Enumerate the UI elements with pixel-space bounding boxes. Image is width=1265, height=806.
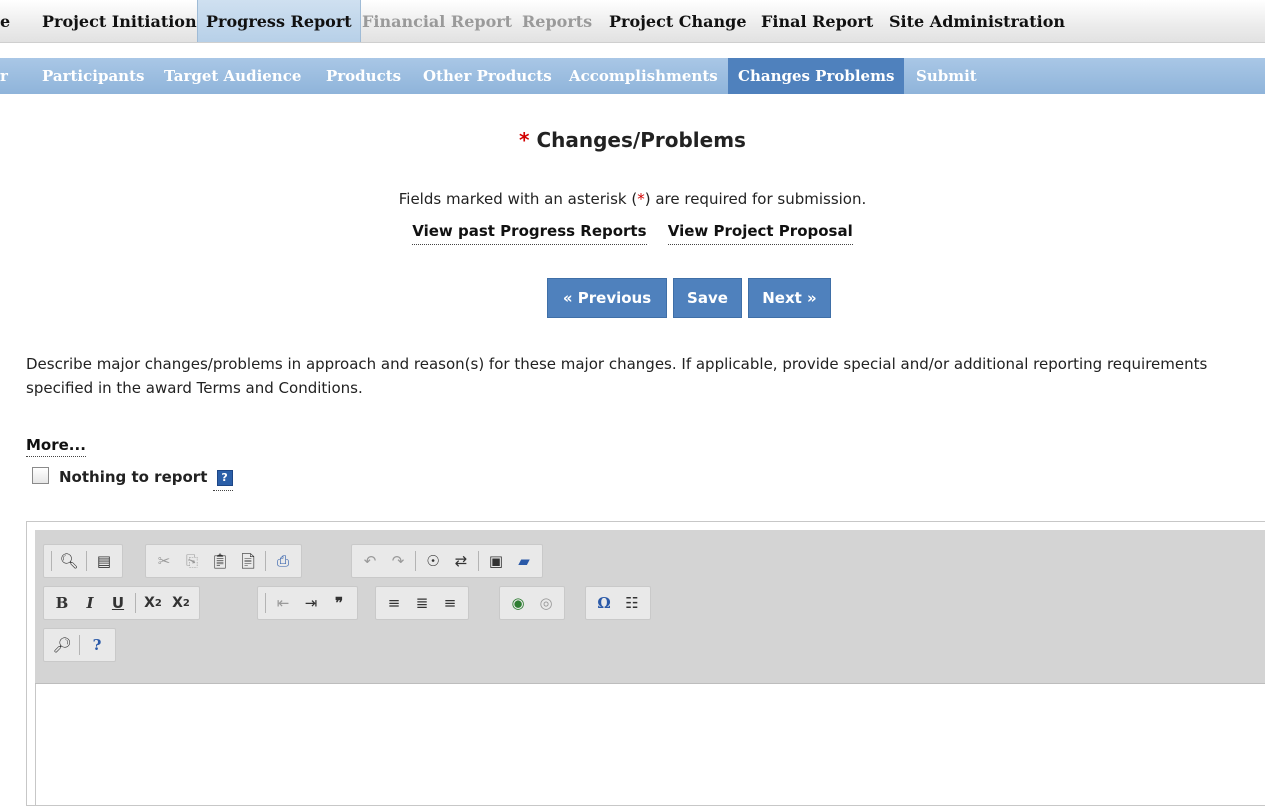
- link-icon[interactable]: ◉: [506, 591, 530, 615]
- paste-icon[interactable]: 📋︎: [208, 549, 232, 573]
- copy-icon[interactable]: ⎘: [180, 549, 204, 573]
- top-nav-item-financial-report: Financial Report: [362, 12, 513, 31]
- italic-button[interactable]: I: [78, 591, 102, 615]
- toolbar-group-basic-styles: B I U X2 X2: [43, 586, 200, 620]
- toolbar-separator: [135, 593, 136, 613]
- toolbar-separator: [79, 635, 80, 655]
- save-button[interactable]: Save: [673, 278, 742, 318]
- spellcheck-icon[interactable]: 🔎︎: [50, 633, 74, 657]
- outdent-icon[interactable]: ⇤: [271, 591, 295, 615]
- indent-icon[interactable]: ⇥: [299, 591, 323, 615]
- sub-nav-item-changes-problems[interactable]: Changes Problems: [728, 58, 905, 94]
- align-center-icon[interactable]: ≣: [410, 591, 434, 615]
- nothing-to-report-checkbox[interactable]: [32, 467, 49, 484]
- toolbar-group-links: ◉ ◎: [499, 586, 565, 620]
- required-note-suffix: ) are required for submission.: [644, 190, 867, 208]
- bold-button[interactable]: B: [50, 591, 74, 615]
- undo-icon[interactable]: ↶: [358, 549, 382, 573]
- toolbar-group-insert: Ω ☷: [585, 586, 651, 620]
- toolbar-separator: [265, 551, 266, 571]
- toolbar-group-align: ≡ ≣ ≡: [375, 586, 469, 620]
- section-description: Describe major changes/problems in appro…: [26, 355, 1208, 397]
- top-nav-item-site-administration[interactable]: Site Administration: [889, 0, 1065, 42]
- editor-toolbar: 🔍︎ ▤ ✂ ⎘ 📋︎ 📄︎ ⎙ ↶ ↷ ☉ ⇄ ▣ ▰ B I U X 2 X…: [35, 530, 1265, 684]
- select-all-icon[interactable]: ▣: [484, 549, 508, 573]
- subscript-mark: 2: [154, 597, 162, 609]
- top-navigation: e Project Initiation Progress Report Fin…: [0, 0, 1265, 43]
- align-right-icon[interactable]: ≡: [438, 591, 462, 615]
- superscript-button[interactable]: X2: [169, 591, 193, 615]
- top-nav-item-home-partial[interactable]: e: [0, 0, 10, 42]
- sub-nav-item-target-audience[interactable]: Target Audience: [164, 58, 301, 94]
- help-icon[interactable]: ?: [216, 470, 233, 486]
- report-links: View past Progress Reports View Project …: [0, 222, 1265, 245]
- superscript-mark: 2: [182, 597, 190, 609]
- sub-nav-item-submit[interactable]: Submit: [916, 58, 977, 94]
- more-link[interactable]: More...: [26, 436, 86, 457]
- sub-nav-item-participants[interactable]: Participants: [42, 58, 144, 94]
- required-asterisk: *: [519, 128, 530, 152]
- view-past-reports-link[interactable]: View past Progress Reports: [412, 222, 647, 245]
- sub-nav-item-products[interactable]: Products: [326, 58, 401, 94]
- sub-nav-item-accomplishments[interactable]: Accomplishments: [569, 58, 718, 94]
- previous-button[interactable]: « Previous: [547, 278, 667, 318]
- nothing-to-report-label: Nothing to report: [59, 468, 208, 486]
- paste-from-word-icon[interactable]: 📄︎: [236, 549, 260, 573]
- sub-navigation: r Participants Target Audience Products …: [0, 58, 1265, 94]
- page-title-text: Changes/Problems: [536, 128, 746, 152]
- toolbar-separator: [478, 551, 479, 571]
- redo-icon[interactable]: ↷: [386, 549, 410, 573]
- print-icon[interactable]: ⎙: [271, 549, 295, 573]
- align-left-icon[interactable]: ≡: [382, 591, 406, 615]
- unlink-icon[interactable]: ◎: [534, 591, 558, 615]
- page-title: * Changes/Problems: [0, 128, 1265, 152]
- toolbar-separator: [51, 551, 52, 571]
- toolbar-separator: [86, 551, 87, 571]
- remove-format-icon[interactable]: ▰: [512, 549, 536, 573]
- special-char-icon[interactable]: Ω: [592, 591, 616, 615]
- find-icon[interactable]: ☉: [421, 549, 445, 573]
- superscript-base: X: [172, 595, 183, 611]
- required-note-asterisk: *: [637, 190, 645, 208]
- view-project-proposal-link[interactable]: View Project Proposal: [667, 222, 853, 245]
- toolbar-group-tools: 🔎︎ ?: [43, 628, 116, 662]
- underline-button[interactable]: U: [106, 591, 130, 615]
- help-about-icon[interactable]: ?: [85, 633, 109, 657]
- page-break-icon[interactable]: ☷: [620, 591, 644, 615]
- nothing-to-report-row: Nothing to report ?: [32, 467, 233, 491]
- top-nav-item-project-initiation[interactable]: Project Initiation: [42, 0, 197, 42]
- required-fields-note: Fields marked with an asterisk (*) are r…: [0, 190, 1265, 208]
- top-nav-item-final-report[interactable]: Final Report: [761, 0, 873, 42]
- toolbar-group-clipboard: ✂ ⎘ 📋︎ 📄︎ ⎙: [145, 544, 302, 578]
- subscript-button[interactable]: X2: [141, 591, 165, 615]
- top-nav-item-project-change[interactable]: Project Change: [609, 0, 747, 42]
- toolbar-group-edit: ↶ ↷ ☉ ⇄ ▣ ▰: [351, 544, 543, 578]
- toolbar-separator: [415, 551, 416, 571]
- rich-text-editor: 🔍︎ ▤ ✂ ⎘ 📋︎ 📄︎ ⎙ ↶ ↷ ☉ ⇄ ▣ ▰ B I U X 2 X…: [26, 521, 1265, 806]
- sub-nav-item-other-products[interactable]: Other Products: [423, 58, 552, 94]
- blockquote-icon[interactable]: ❞: [327, 591, 351, 615]
- required-note-prefix: Fields marked with an asterisk (: [398, 190, 638, 208]
- sub-nav-item-partial[interactable]: r: [0, 58, 8, 94]
- subscript-base: X: [144, 595, 155, 611]
- editor-content-area[interactable]: [35, 684, 1265, 805]
- replace-icon[interactable]: ⇄: [449, 549, 473, 573]
- next-button[interactable]: Next »: [748, 278, 831, 318]
- top-nav-item-progress-report[interactable]: Progress Report: [197, 0, 361, 42]
- help-link[interactable]: ?: [212, 468, 233, 491]
- toolbar-group-indent: ⇤ ⇥ ❞: [257, 586, 358, 620]
- preview-icon[interactable]: 🔍︎: [57, 549, 81, 573]
- templates-icon[interactable]: ▤: [92, 549, 116, 573]
- toolbar-group-document: 🔍︎ ▤: [43, 544, 123, 578]
- toolbar-separator: [265, 593, 266, 613]
- cut-icon[interactable]: ✂: [152, 549, 176, 573]
- top-nav-item-reports: Reports: [522, 12, 593, 31]
